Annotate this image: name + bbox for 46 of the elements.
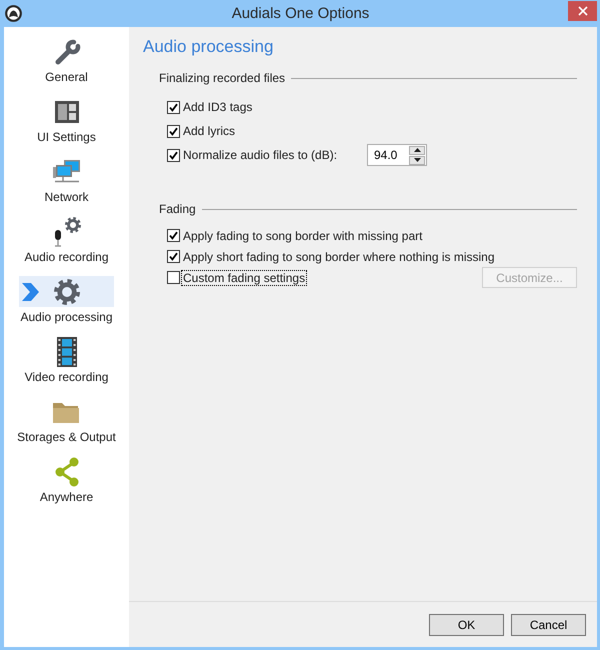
chevron-icon	[22, 282, 39, 300]
sidebar-item[interactable]: Anywhere	[19, 456, 114, 504]
layout-icon	[54, 100, 78, 122]
checkbox-label[interactable]: Normalize audio files to (dB):	[181, 147, 340, 163]
window-title: Audials One Options	[232, 4, 370, 24]
caret-up-icon	[414, 148, 420, 152]
checkbox[interactable]	[167, 250, 180, 263]
spin-down-button[interactable]	[409, 156, 425, 164]
sidebar-item[interactable]: Video recording	[19, 336, 114, 384]
sidebar-item[interactable]: Audio processing	[19, 276, 114, 324]
checkmark-icon	[169, 252, 178, 261]
sidebar-item[interactable]: General	[19, 36, 114, 84]
wrench-icon	[52, 38, 80, 66]
computers-icon	[52, 160, 80, 184]
group-title: Fading	[159, 202, 196, 216]
film-strip-icon	[56, 336, 76, 366]
checkbox-label[interactable]: Apply short fading to song border where nothing is missing	[181, 248, 497, 264]
sidebar-item[interactable]: Storages & Output	[17, 396, 116, 444]
sidebar-item[interactable]: Network	[19, 156, 114, 204]
page-title: Audio processing	[143, 36, 274, 58]
checkbox[interactable]	[167, 148, 180, 162]
close-icon	[578, 6, 588, 16]
checkbox-label[interactable]: Custom fading settings	[181, 270, 308, 286]
caret-down-icon	[414, 158, 420, 162]
sidebar-item[interactable]: Audio recording	[19, 216, 114, 264]
checkbox[interactable]	[167, 100, 180, 114]
checkbox[interactable]	[167, 124, 180, 138]
checkbox-label[interactable]: Add ID3 tags	[181, 99, 254, 115]
spin-box[interactable]: 94.0	[367, 144, 427, 166]
checkmark-icon	[169, 231, 178, 240]
checkbox[interactable]	[167, 271, 180, 284]
checkmark-icon	[169, 126, 178, 136]
share-icon	[54, 456, 80, 486]
checkbox[interactable]	[167, 229, 180, 242]
sidebar-item[interactable]: UI Settings	[19, 96, 114, 144]
dialog-button[interactable]: Cancel	[511, 614, 586, 636]
close-button[interactable]	[568, 1, 597, 21]
checkbox-label[interactable]: Add lyrics	[181, 123, 238, 139]
app-logo-icon	[5, 5, 22, 22]
spin-up-button[interactable]	[409, 146, 425, 154]
group-title: Finalizing recorded files	[159, 71, 286, 85]
checkmark-icon	[169, 150, 178, 160]
gear-icon	[54, 278, 80, 304]
dialog-button[interactable]: OK	[429, 614, 504, 636]
checkmark-icon	[169, 102, 178, 112]
checkbox-label[interactable]: Apply fading to song border with missing part	[181, 228, 424, 244]
